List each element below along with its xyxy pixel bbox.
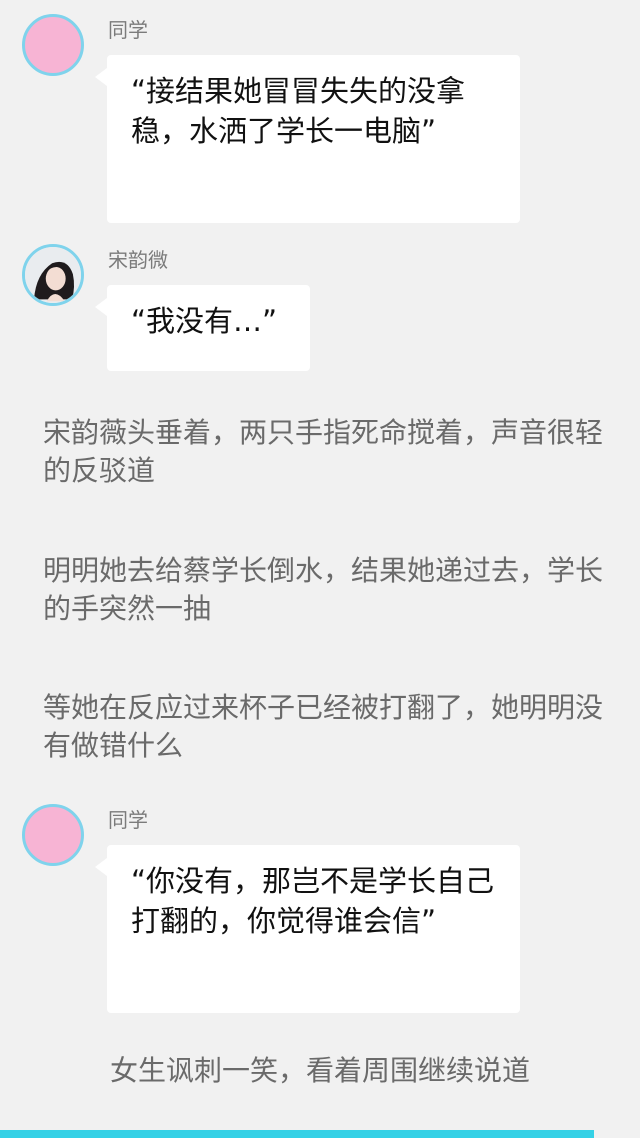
avatar-pink-icon[interactable] xyxy=(22,14,84,76)
narration-text: 女生讽刺一笑，看着周围继续说道 xyxy=(109,1054,530,1087)
sender-name: 同学 xyxy=(108,18,148,42)
sender-name: 宋韵微 xyxy=(108,248,168,272)
message-bubble[interactable]: “你没有，那岂不是学长自己打翻的，你觉得谁会信” xyxy=(107,845,520,1013)
narration-text: 宋韵薇头垂着，两只手指死命搅着，声音很轻的反驳道 xyxy=(43,416,604,487)
avatar-pink-icon[interactable] xyxy=(22,804,84,866)
narration-text: 明明她去给蔡学长倒水，结果她递过去，学长的手突然一抽 xyxy=(43,554,604,625)
message-bubble[interactable]: “我没有…” xyxy=(107,285,310,371)
bubble-tail xyxy=(95,68,107,86)
sender-name: 同学 xyxy=(108,808,148,832)
message-bubble[interactable]: “接结果她冒冒失失的没拿稳，水洒了学长一电脑” xyxy=(107,55,520,223)
bottom-accent-bar xyxy=(0,1130,594,1138)
bubble-tail xyxy=(95,858,107,876)
bubble-tail xyxy=(95,298,107,316)
avatar-photo-icon[interactable] xyxy=(22,244,84,306)
narration-text: 等她在反应过来杯子已经被打翻了，她明明没有做错什么 xyxy=(43,691,604,762)
